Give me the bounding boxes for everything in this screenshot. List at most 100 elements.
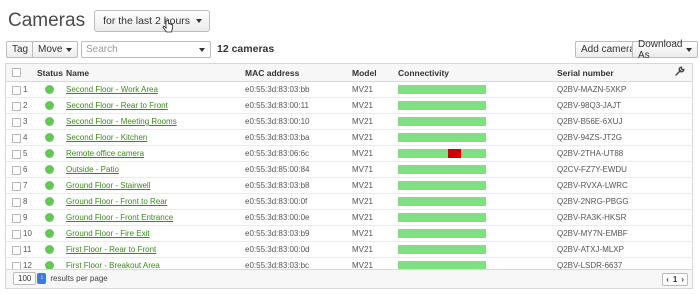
status-online-icon — [45, 133, 54, 142]
model: MV21 — [352, 197, 373, 206]
page-title: Cameras — [8, 10, 86, 31]
mac-address: e0:55:3d:83:00:10 — [245, 117, 310, 126]
camera-name-link[interactable]: Second Floor - Work Area — [66, 85, 158, 94]
model: MV21 — [352, 149, 373, 158]
per-page-label: results per page — [50, 274, 108, 283]
chevron-down-icon[interactable] — [199, 48, 205, 52]
status-online-icon — [45, 197, 54, 206]
column-serial[interactable]: Serial number — [557, 68, 614, 78]
row-checkbox[interactable] — [12, 134, 21, 143]
serial-number: Q2BV-2THA-UT88 — [557, 149, 624, 158]
time-range-label: for the last 2 hours — [103, 15, 191, 27]
column-name[interactable]: Name — [66, 68, 89, 78]
row-checkbox[interactable] — [12, 182, 21, 191]
camera-name-link[interactable]: Remote office camera — [66, 149, 144, 158]
download-as-button[interactable]: Download As — [632, 39, 699, 61]
table-row[interactable]: 3 Second Floor - Meeting Rooms e0:55:3d:83… — [6, 114, 692, 130]
table-header: Status Name MAC address Model Connectivi… — [6, 64, 692, 82]
row-checkbox[interactable] — [12, 118, 21, 127]
chevron-left-icon[interactable]: ‹ — [666, 275, 669, 284]
mac-address: e0:55:3d:83:00:11 — [245, 101, 309, 110]
model: MV21 — [352, 101, 373, 110]
search-input[interactable]: Search — [81, 41, 211, 58]
table-row[interactable]: 9 Ground Floor - Front Entrance e0:55:3d:8… — [6, 210, 692, 226]
mac-address: e0:55:3d:83:00:0f — [245, 197, 308, 206]
status-online-icon — [45, 181, 54, 190]
per-page-value[interactable]: 100 — [13, 272, 37, 285]
row-checkbox[interactable] — [12, 102, 21, 111]
connectivity-bar[interactable] — [398, 117, 486, 126]
table-row[interactable]: 2 Second Floor - Rear to Front e0:55:3d:83… — [6, 98, 692, 114]
serial-number: Q2BV-MAZN-5XKP — [557, 85, 627, 94]
camera-name-link[interactable]: Second Floor - Rear to Front — [66, 101, 168, 110]
row-checkbox[interactable] — [12, 150, 21, 159]
connectivity-bar[interactable] — [398, 229, 486, 238]
model: MV71 — [352, 165, 373, 174]
connectivity-bar[interactable] — [398, 197, 486, 206]
table-row[interactable]: 6 Outside - Patio e0:55:3d:85:00:84 MV71 Q2C… — [6, 162, 692, 178]
hand-cursor-icon — [162, 20, 173, 33]
camera-name-link[interactable]: Ground Floor - Fire Exit — [66, 229, 150, 238]
toolbar: Tag Move Search 12 cameras Add cameras D… — [6, 39, 699, 61]
row-number: 6 — [23, 165, 28, 174]
row-number: 7 — [23, 181, 28, 190]
status-online-icon — [45, 149, 54, 158]
row-number: 9 — [23, 213, 28, 222]
column-status[interactable]: Status — [37, 68, 63, 78]
move-label: Move — [38, 44, 63, 55]
connectivity-bar[interactable] — [398, 181, 486, 190]
connectivity-bar[interactable] — [398, 165, 486, 174]
serial-number: Q2BV-ATXJ-MLXP — [557, 245, 624, 254]
camera-name-link[interactable]: Ground Floor - Front Entrance — [66, 213, 173, 222]
mac-address: e0:55:3d:83:00:0e — [245, 213, 310, 222]
connectivity-bar[interactable] — [398, 213, 486, 222]
camera-name-link[interactable]: Ground Floor - Front to Rear — [66, 197, 167, 206]
connectivity-bar[interactable] — [398, 101, 486, 110]
status-online-icon — [45, 85, 54, 94]
column-mac[interactable]: MAC address — [245, 68, 299, 78]
mac-address: e0:55:3d:83:06:6c — [245, 149, 310, 158]
current-page[interactable]: 1 — [673, 275, 677, 284]
status-online-icon — [45, 101, 54, 110]
row-checkbox[interactable] — [12, 166, 21, 175]
row-checkbox[interactable] — [12, 214, 21, 223]
per-page-control[interactable]: 100 ↕ results per page — [13, 272, 108, 285]
connectivity-bar[interactable] — [398, 85, 486, 94]
table-row[interactable]: 11 First Floor - Rear to Front e0:55:3d:83… — [6, 242, 692, 258]
camera-name-link[interactable]: Second Floor - Meeting Rooms — [66, 117, 177, 126]
connectivity-bar[interactable] — [398, 133, 486, 142]
status-online-icon — [45, 229, 54, 238]
row-number: 3 — [23, 117, 28, 126]
row-checkbox[interactable] — [12, 86, 21, 95]
tag-label: Tag — [12, 44, 29, 55]
table-row[interactable]: 1 Second Floor - Work Area e0:55:3d:83:03:… — [6, 82, 692, 98]
model: MV21 — [352, 133, 373, 142]
connectivity-bar[interactable] — [398, 245, 486, 254]
column-connectivity[interactable]: Connectivity — [398, 68, 449, 78]
up-down-icon[interactable]: ↕ — [37, 273, 47, 284]
row-checkbox[interactable] — [12, 246, 21, 255]
camera-name-link[interactable]: Ground Floor - Stairwell — [66, 181, 150, 190]
select-all-checkbox[interactable] — [12, 68, 21, 77]
mac-address: e0:55:3d:83:03:ba — [245, 133, 310, 142]
camera-name-link[interactable]: Outside - Patio — [66, 165, 119, 174]
table-row[interactable]: 5 Remote office camera e0:55:3d:83:06:6c MV… — [6, 146, 692, 162]
table-row[interactable]: 8 Ground Floor - Front to Rear e0:55:3d:83… — [6, 194, 692, 210]
camera-name-link[interactable]: First Floor - Rear to Front — [66, 245, 156, 254]
column-model[interactable]: Model — [352, 68, 377, 78]
serial-number: Q2BV-94ZS-JT2G — [557, 133, 622, 142]
row-checkbox[interactable] — [12, 230, 21, 239]
model: MV21 — [352, 213, 373, 222]
table-row[interactable]: 4 Second Floor - Kitchen e0:55:3d:83:03:ba… — [6, 130, 692, 146]
time-range-dropdown[interactable]: for the last 2 hours — [94, 10, 211, 33]
search-placeholder: Search — [86, 44, 118, 55]
table-row[interactable]: 7 Ground Floor - Stairwell e0:55:3d:83:03:… — [6, 178, 692, 194]
pagination: ‹ 1 › — [662, 273, 688, 286]
wrench-icon[interactable] — [675, 66, 685, 76]
row-checkbox[interactable] — [12, 198, 21, 207]
table-row[interactable]: 10 Ground Floor - Fire Exit e0:55:3d:83:03… — [6, 226, 692, 242]
connectivity-bar[interactable] — [398, 149, 486, 158]
chevron-right-icon[interactable]: › — [681, 275, 684, 284]
camera-name-link[interactable]: Second Floor - Kitchen — [66, 133, 147, 142]
move-button[interactable]: Move — [32, 41, 79, 58]
